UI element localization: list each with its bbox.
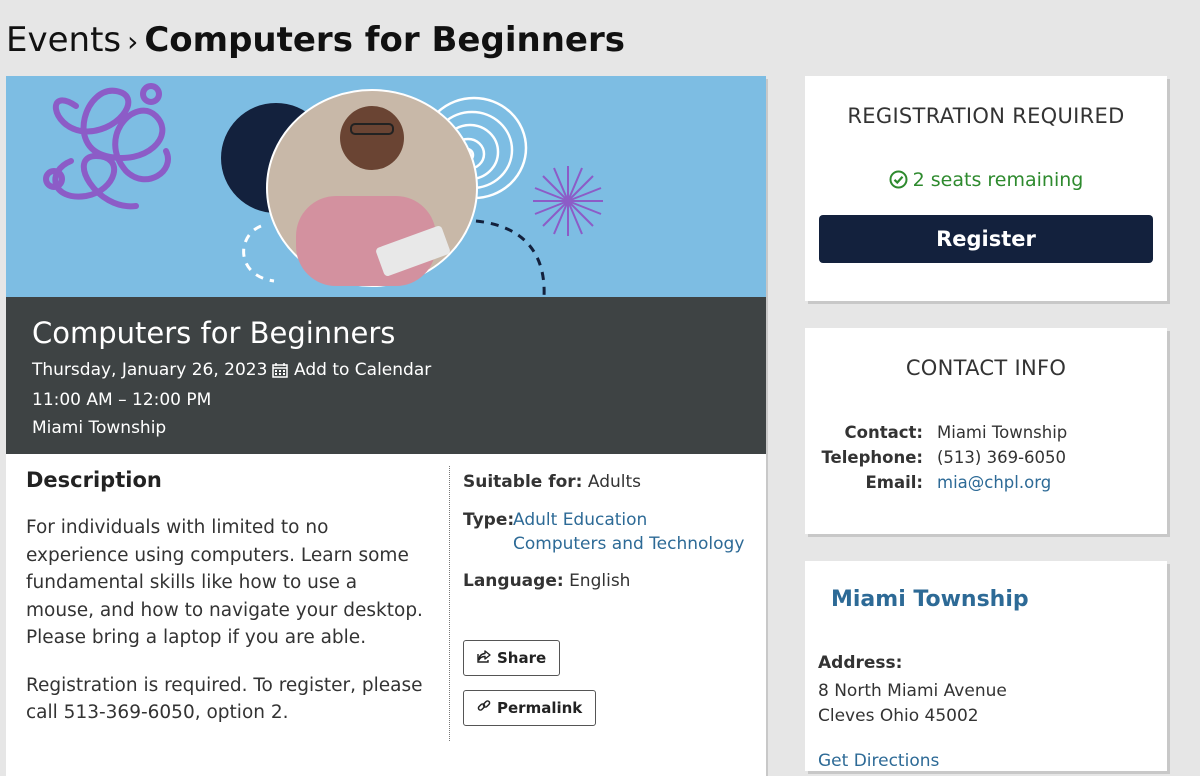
contact-value: Miami Township bbox=[937, 423, 1068, 442]
description-paragraph: Registration is required. To register, p… bbox=[26, 674, 423, 724]
breadcrumb-current: Computers for Beginners bbox=[144, 20, 625, 60]
event-time: 11:00 AM – 12:00 PM bbox=[32, 390, 212, 410]
description-section: Description For individuals with limited… bbox=[26, 466, 426, 727]
contact-details: Contact: Miami Township Telephone: (513)… bbox=[805, 420, 1167, 495]
type-label: Type: bbox=[463, 510, 515, 530]
contact-heading: CONTACT INFO bbox=[905, 356, 1067, 380]
contact-info-card: CONTACT INFO Contact: Miami Township Tel… bbox=[805, 328, 1167, 534]
event-location: Miami Township bbox=[32, 418, 167, 438]
event-banner-image bbox=[6, 76, 766, 297]
seats-remaining-text: 2 seats remaining bbox=[912, 169, 1084, 191]
seats-remaining: 2 seats remaining bbox=[805, 169, 1167, 194]
suitable-for-label: Suitable for: bbox=[463, 472, 583, 492]
share-button[interactable]: Share bbox=[463, 640, 561, 676]
address-line: 8 North Miami Avenue bbox=[818, 681, 1007, 701]
check-circle-icon bbox=[889, 170, 908, 194]
description-heading: Description bbox=[26, 468, 162, 492]
contact-key: Contact: bbox=[844, 423, 923, 442]
share-label: Share bbox=[497, 649, 547, 667]
type-row: Type: Adult Education Computers and Tech… bbox=[463, 508, 763, 558]
telephone-key: Telephone: bbox=[821, 448, 923, 467]
event-title: Computers for Beginners bbox=[32, 316, 396, 350]
description-paragraph: For individuals with limited to no exper… bbox=[26, 517, 423, 648]
share-icon bbox=[477, 646, 491, 670]
type-values: Adult Education Computers and Technology bbox=[513, 508, 744, 556]
suitable-for-value: Adults bbox=[587, 472, 642, 492]
permalink-button[interactable]: Permalink bbox=[463, 690, 597, 726]
telephone-value: (513) 369-6050 bbox=[937, 448, 1067, 467]
language-row: Language: English bbox=[463, 569, 630, 593]
email-key: Email: bbox=[865, 473, 923, 492]
permalink-label: Permalink bbox=[497, 699, 583, 717]
location-card: Miami Township Address: 8 North Miami Av… bbox=[805, 561, 1167, 771]
get-directions-link[interactable]: Get Directions bbox=[818, 751, 939, 771]
contact-row-contact: Contact: Miami Township bbox=[805, 420, 1167, 445]
address-label: Address: bbox=[818, 653, 903, 673]
type-link-computers-technology[interactable]: Computers and Technology bbox=[513, 532, 744, 556]
contact-row-telephone: Telephone: (513) 369-6050 bbox=[805, 445, 1167, 470]
event-card: Computers for Beginners Thursday, Januar… bbox=[6, 76, 766, 776]
page-title: Events › Computers for Beginners bbox=[6, 18, 625, 64]
registration-card: REGISTRATION REQUIRED 2 seats remaining … bbox=[805, 76, 1167, 301]
language-label: Language: bbox=[463, 571, 564, 591]
address-line: Cleves Ohio 45002 bbox=[818, 706, 979, 726]
column-divider bbox=[449, 466, 450, 741]
registration-heading: REGISTRATION REQUIRED bbox=[847, 104, 1125, 128]
calendar-icon bbox=[272, 362, 288, 384]
add-to-calendar-link[interactable]: Add to Calendar bbox=[272, 359, 431, 384]
register-button[interactable]: Register bbox=[819, 215, 1153, 263]
email-link[interactable]: mia@chpl.org bbox=[937, 470, 1051, 495]
language-value: English bbox=[569, 571, 631, 591]
illustration-man-with-tablet-icon bbox=[43, 83, 603, 297]
event-date: Thursday, January 26, 2023 bbox=[32, 360, 268, 380]
suitable-for-row: Suitable for: Adults bbox=[463, 470, 641, 494]
breadcrumb-separator: › bbox=[127, 25, 139, 58]
location-title-link[interactable]: Miami Township bbox=[831, 587, 1029, 612]
event-title-band: Computers for Beginners Thursday, Januar… bbox=[6, 297, 766, 454]
add-to-calendar-label: Add to Calendar bbox=[294, 360, 432, 380]
breadcrumb-events-link[interactable]: Events bbox=[6, 20, 121, 60]
link-icon bbox=[477, 696, 491, 720]
contact-row-email: Email: mia@chpl.org bbox=[805, 470, 1167, 495]
type-link-adult-education[interactable]: Adult Education bbox=[513, 508, 744, 532]
